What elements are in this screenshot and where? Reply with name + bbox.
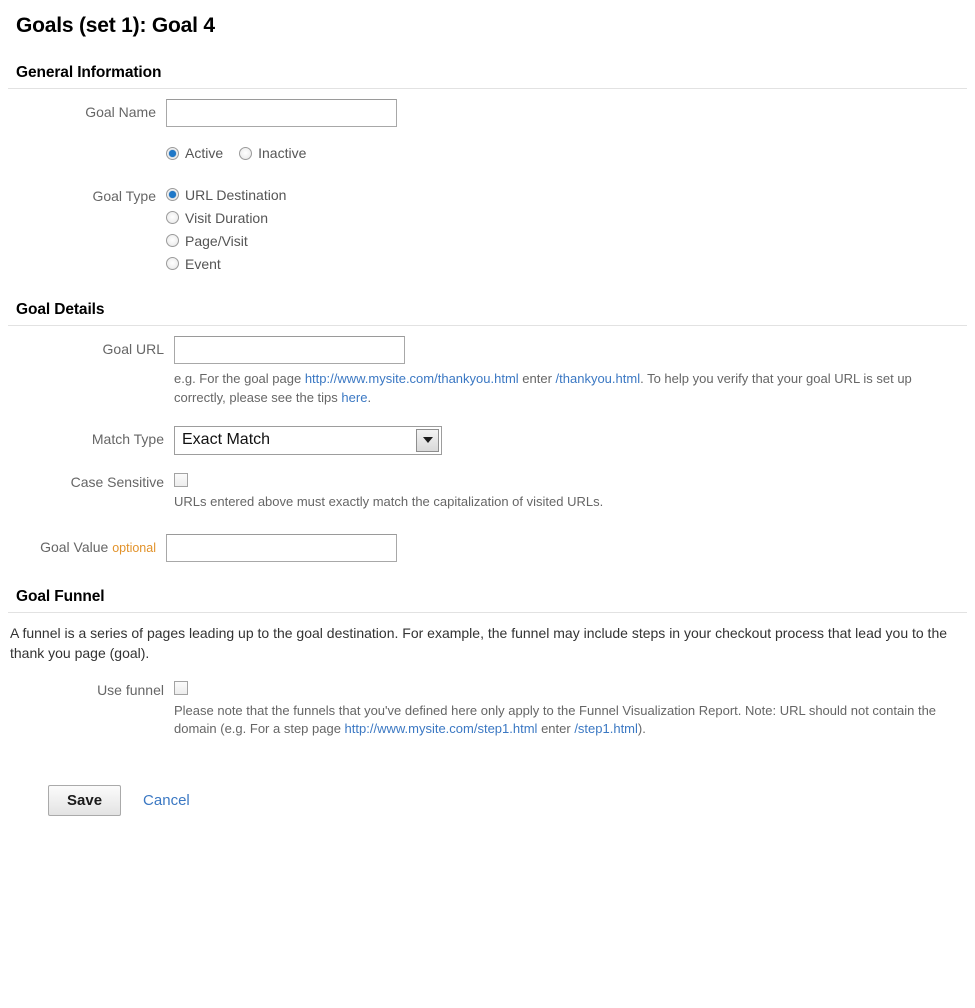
goal-value-field: [166, 534, 967, 562]
radio-inactive-icon[interactable]: [239, 147, 252, 160]
status-inactive-label: Inactive: [258, 145, 306, 161]
goal-type-opt-wrap-2[interactable]: Page/Visit: [166, 233, 248, 249]
goal-settings-page: Goals (set 1): Goal 4 General Informatio…: [0, 0, 975, 1008]
case-sensitive-row: Case Sensitive URLs entered above must e…: [8, 469, 967, 512]
radio-page-visit-icon[interactable]: [166, 234, 179, 247]
goal-type-opt-wrap-1[interactable]: Visit Duration: [166, 210, 268, 226]
cancel-link[interactable]: Cancel: [143, 792, 190, 809]
example-path-link[interactable]: /thankyou.html: [556, 371, 641, 386]
goal-funnel-section: Goal Funnel A funnel is a series of page…: [8, 588, 967, 740]
use-funnel-row: Use funnel Please note that the funnels …: [8, 677, 967, 739]
goal-type-option-page-visit[interactable]: Page/Visit: [166, 229, 967, 252]
radio-visit-duration-icon[interactable]: [166, 211, 179, 224]
case-sensitive-help-text: URLs entered above must exactly match th…: [174, 493, 967, 512]
goal-url-row: Goal URL e.g. For the goal page http://w…: [8, 336, 967, 408]
match-type-select[interactable]: Exact Match: [174, 426, 442, 455]
goal-type-label: Goal Type: [8, 183, 166, 204]
goal-url-input[interactable]: [174, 336, 405, 364]
funnel-help-part-3: ).: [638, 721, 646, 736]
chevron-down-icon[interactable]: [416, 429, 439, 452]
form-actions: Save Cancel: [48, 785, 967, 816]
goal-name-row: Goal Name: [8, 99, 967, 127]
example-goal-url-link[interactable]: http://www.mysite.com/thankyou.html: [305, 371, 519, 386]
goal-value-optional-tag: optional: [112, 541, 156, 555]
match-type-selected-value: Exact Match: [175, 432, 270, 448]
use-funnel-help-text: Please note that the funnels that you've…: [174, 702, 967, 740]
goal-type-option-event[interactable]: Event: [166, 252, 967, 275]
goal-type-opt-wrap-3[interactable]: Event: [166, 256, 221, 272]
goal-value-label: Goal Value optional: [8, 534, 166, 555]
goal-type-label-url-destination: URL Destination: [185, 187, 286, 203]
example-step-url-link[interactable]: http://www.mysite.com/step1.html: [345, 721, 538, 736]
general-information-heading: General Information: [16, 64, 967, 82]
case-sensitive-checkbox[interactable]: [174, 473, 188, 487]
goal-type-row: Goal Type URL Destination Visit Duration: [8, 183, 967, 275]
goal-name-field: [166, 99, 967, 127]
goal-url-field: e.g. For the goal page http://www.mysite…: [174, 336, 967, 408]
status-row: Active Inactive: [8, 141, 967, 165]
match-type-row: Match Type Exact Match: [8, 426, 967, 455]
goal-url-help-text: e.g. For the goal page http://www.mysite…: [174, 370, 967, 408]
goal-value-label-text: Goal Value: [40, 539, 108, 555]
match-type-field: Exact Match: [174, 426, 967, 455]
match-type-label: Match Type: [8, 426, 174, 447]
goal-details-section: Goal Details Goal URL e.g. For the goal …: [8, 301, 967, 562]
case-sensitive-field: URLs entered above must exactly match th…: [174, 469, 967, 512]
use-funnel-label: Use funnel: [8, 677, 174, 698]
goal-name-label: Goal Name: [8, 99, 166, 120]
status-active-label: Active: [185, 145, 223, 161]
section-divider: [8, 88, 967, 89]
section-divider: [8, 325, 967, 326]
status-radio-group: Active Inactive: [166, 141, 967, 165]
goal-type-label-page-visit: Page/Visit: [185, 233, 248, 249]
goal-type-option-visit-duration[interactable]: Visit Duration: [166, 206, 967, 229]
use-funnel-checkbox[interactable]: [174, 681, 188, 695]
goal-name-input[interactable]: [166, 99, 397, 127]
example-step-path-link[interactable]: /step1.html: [574, 721, 638, 736]
section-divider: [8, 612, 967, 613]
goal-funnel-description: A funnel is a series of pages leading up…: [10, 623, 950, 664]
goal-type-label-visit-duration: Visit Duration: [185, 210, 268, 226]
goal-type-label-event: Event: [185, 256, 221, 272]
goal-value-input[interactable]: [166, 534, 397, 562]
page-title: Goals (set 1): Goal 4: [8, 0, 967, 38]
radio-url-destination-icon[interactable]: [166, 188, 179, 201]
goal-type-opt-wrap-0[interactable]: URL Destination: [166, 187, 286, 203]
case-sensitive-label: Case Sensitive: [8, 469, 174, 490]
radio-event-icon[interactable]: [166, 257, 179, 270]
funnel-help-part-2: enter: [537, 721, 574, 736]
help-part-4: .: [367, 390, 371, 405]
help-part-1: e.g. For the goal page: [174, 371, 305, 386]
goal-url-label: Goal URL: [8, 336, 174, 357]
goal-type-field: URL Destination Visit Duration Page/Visi…: [166, 183, 967, 275]
status-option-inactive[interactable]: Inactive: [239, 145, 306, 161]
radio-active-icon[interactable]: [166, 147, 179, 160]
goal-funnel-heading: Goal Funnel: [16, 588, 967, 606]
status-label-spacer: [8, 141, 166, 146]
goal-value-row: Goal Value optional: [8, 534, 967, 562]
help-part-2: enter: [519, 371, 556, 386]
status-field: Active Inactive: [166, 141, 967, 165]
save-button[interactable]: Save: [48, 785, 121, 816]
tips-here-link[interactable]: here: [341, 390, 367, 405]
goal-type-option-url-destination[interactable]: URL Destination: [166, 183, 967, 206]
use-funnel-field: Please note that the funnels that you've…: [174, 677, 967, 739]
status-option-active[interactable]: Active: [166, 145, 223, 161]
general-information-section: General Information Goal Name Active: [8, 64, 967, 275]
goal-details-heading: Goal Details: [16, 301, 967, 319]
